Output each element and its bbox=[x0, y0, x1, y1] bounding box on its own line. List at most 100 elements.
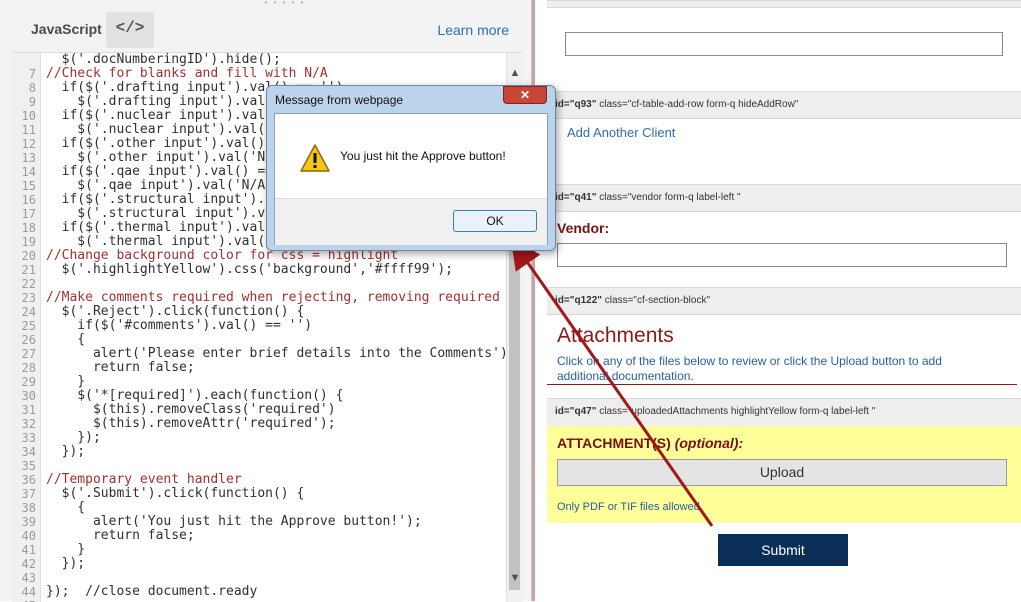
line-number: 39 bbox=[21, 515, 36, 529]
q47-meta-text: id="q47" class="uploadedAttachments high… bbox=[555, 406, 875, 417]
line-number: 21 bbox=[21, 263, 36, 277]
code-line: alert('You just hit the Approve button!'… bbox=[46, 514, 422, 529]
line-number: 17 bbox=[21, 207, 36, 221]
code-line: //Make comments required when rejecting,… bbox=[46, 290, 500, 305]
line-number: 37 bbox=[21, 487, 36, 501]
code-line: $('*[required]').each(function() { bbox=[46, 388, 344, 403]
code-view-toggle-button[interactable]: </> bbox=[106, 12, 154, 48]
form-preview-panel: id="q93" class="cf-table-add-row form-q … bbox=[532, 0, 1021, 601]
dialog-title: Message from webpage bbox=[275, 93, 404, 107]
line-number: 31 bbox=[21, 403, 36, 417]
attachments-highlight-block: ATTACHMENT(S) (optional): Upload Only PD… bbox=[547, 426, 1021, 523]
code-line: { bbox=[46, 500, 86, 515]
file-type-note: Only PDF or TIF files allowed. bbox=[557, 501, 703, 513]
editor-header: JavaScript </> Learn more bbox=[12, 6, 523, 52]
q47-id: id="q47" bbox=[555, 406, 597, 417]
form-section-top bbox=[547, 0, 1021, 8]
line-number: 23 bbox=[21, 291, 36, 305]
close-icon[interactable]: ✕ bbox=[503, 86, 547, 104]
q47-meta-bar: id="q47" class="uploadedAttachments high… bbox=[547, 398, 1021, 427]
q93-class: class="cf-table-add-row form-q hideAddRo… bbox=[599, 99, 799, 110]
q93-id: id="q93" bbox=[555, 99, 597, 110]
scroll-up-icon[interactable]: ▲ bbox=[509, 67, 521, 79]
line-number: 22 bbox=[21, 277, 36, 291]
line-number: 13 bbox=[21, 151, 36, 165]
line-number: 15 bbox=[21, 179, 36, 193]
add-another-client-link[interactable]: Add Another Client bbox=[567, 125, 675, 140]
attachments-heading: Attachments bbox=[557, 324, 674, 347]
line-number: 40 bbox=[21, 529, 36, 543]
upload-button[interactable]: Upload bbox=[557, 459, 1007, 486]
line-number: 25 bbox=[21, 319, 36, 333]
line-number: 34 bbox=[21, 445, 36, 459]
line-number: 7 bbox=[28, 67, 36, 81]
code-line: }); bbox=[46, 444, 86, 459]
line-number: 14 bbox=[21, 165, 36, 179]
line-number: 18 bbox=[21, 221, 36, 235]
code-line: $('.qae input').val('N/A'); bbox=[46, 178, 289, 193]
line-number: 33 bbox=[21, 431, 36, 445]
line-number: 30 bbox=[21, 389, 36, 403]
code-line: //Change background color for css = high… bbox=[46, 248, 399, 263]
line-number: 32 bbox=[21, 417, 36, 431]
code-icon: </> bbox=[115, 19, 145, 37]
line-number: 10 bbox=[21, 109, 36, 123]
code-line: } bbox=[46, 542, 86, 557]
code-line: $(this).removeAttr('required'); bbox=[46, 416, 336, 431]
code-line: $(this).removeClass('required') bbox=[46, 402, 336, 417]
code-line: } bbox=[46, 374, 86, 389]
dialog-message: You just hit the Approve button! bbox=[340, 149, 506, 163]
vendor-input[interactable] bbox=[557, 243, 1007, 267]
submit-button[interactable]: Submit bbox=[718, 534, 848, 566]
line-number: 16 bbox=[21, 193, 36, 207]
optional-label: (optional): bbox=[674, 435, 744, 451]
code-line: $('.Submit').click(function() { bbox=[46, 486, 305, 501]
code-line: if($('#comments').val() == '') bbox=[46, 318, 313, 333]
alert-dialog: Message from webpage ✕ You just hit the … bbox=[266, 85, 556, 251]
line-number: 35 bbox=[21, 459, 36, 473]
line-number: 27 bbox=[21, 347, 36, 361]
code-line: { bbox=[46, 332, 86, 347]
warning-icon bbox=[300, 144, 330, 172]
editor-language-label: JavaScript bbox=[31, 21, 102, 37]
q41-meta-text: id="q41" class="vendor form-q label-left… bbox=[555, 192, 741, 203]
line-number: 12 bbox=[21, 137, 36, 151]
line-number: 19 bbox=[21, 235, 36, 249]
q47-class: class="uploadedAttachments highlightYell… bbox=[599, 406, 876, 417]
line-number: 28 bbox=[21, 361, 36, 375]
code-line: //Temporary event handler bbox=[46, 472, 242, 487]
attachments-field-label: ATTACHMENT(S) (optional): bbox=[557, 435, 743, 451]
client-text-input[interactable] bbox=[565, 32, 1003, 56]
code-line: }); bbox=[46, 430, 101, 445]
q122-meta-bar: id="q122" class="cf-section-block" bbox=[547, 287, 1021, 315]
line-number: 38 bbox=[21, 501, 36, 515]
code-line: $('.highlightYellow').css('background','… bbox=[46, 262, 453, 277]
line-number: 24 bbox=[21, 305, 36, 319]
attachments-description: Click on any of the files below to revie… bbox=[557, 354, 942, 383]
code-line: //Check for blanks and fill with N/A bbox=[46, 66, 328, 81]
attachments-label-text: ATTACHMENT(S) bbox=[557, 435, 671, 451]
vendor-label: Vendor: bbox=[557, 220, 610, 236]
q122-id: id="q122" bbox=[555, 295, 603, 306]
q41-id: id="q41" bbox=[555, 192, 597, 203]
line-number: 36 bbox=[21, 473, 36, 487]
scroll-down-icon[interactable]: ▼ bbox=[509, 572, 521, 584]
q122-class: class="cf-section-block" bbox=[604, 295, 710, 306]
code-line: $('.Reject').click(function() { bbox=[46, 304, 305, 319]
dialog-body: You just hit the Approve button! OK bbox=[274, 113, 548, 245]
q93-meta-text: id="q93" class="cf-table-add-row form-q … bbox=[555, 99, 798, 110]
q122-meta-text: id="q122" class="cf-section-block" bbox=[555, 295, 710, 306]
line-number: 41 bbox=[21, 543, 36, 557]
line-number: 42 bbox=[21, 557, 36, 571]
line-number: 8 bbox=[28, 81, 36, 95]
line-number: 11 bbox=[21, 123, 36, 137]
line-number: 26 bbox=[21, 333, 36, 347]
line-number: 43 bbox=[21, 571, 36, 585]
q41-meta-bar: id="q41" class="vendor form-q label-left… bbox=[547, 184, 1021, 212]
line-number: 9 bbox=[28, 95, 36, 109]
line-number: 20 bbox=[21, 249, 36, 263]
code-line: return false; bbox=[46, 360, 195, 375]
ok-button[interactable]: OK bbox=[453, 210, 537, 232]
learn-more-link[interactable]: Learn more bbox=[437, 22, 509, 38]
line-number-gutter: 7 8 9 10 11 12 13 14 15 16 17 18 19 20 21 22 23 24 25 26 27 2… bbox=[12, 53, 41, 602]
